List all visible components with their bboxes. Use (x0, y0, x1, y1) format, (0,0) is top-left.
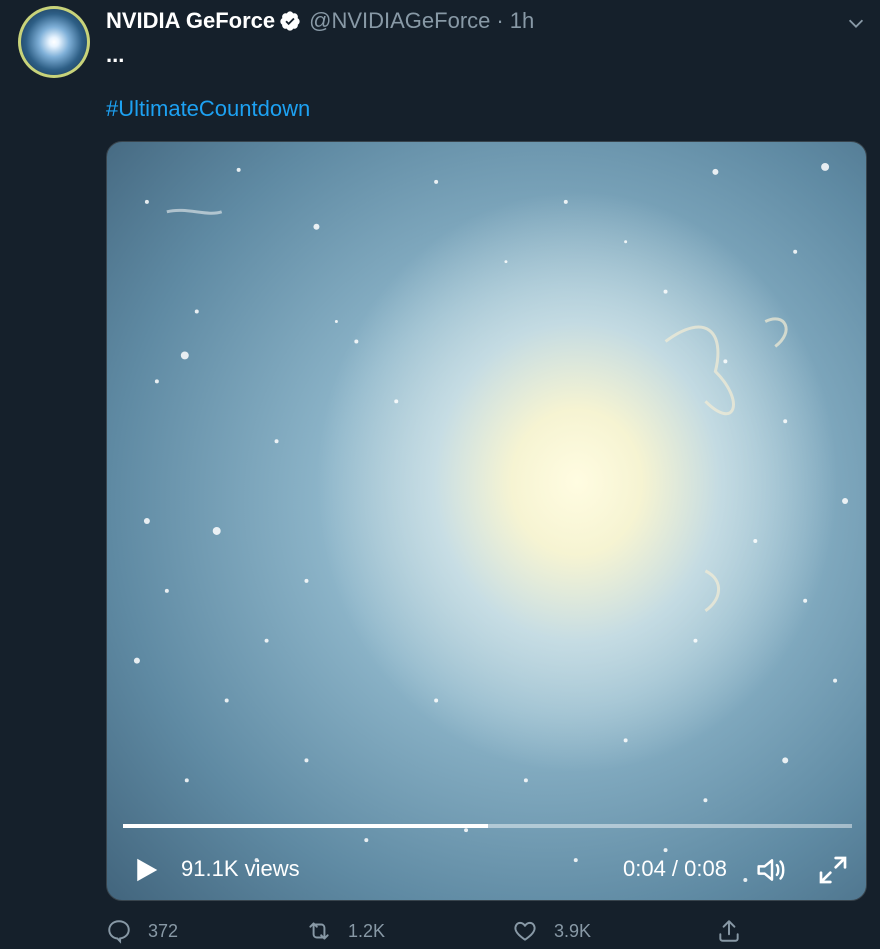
tweet[interactable]: NVIDIA GeForce @NVIDIAGeForce · 1h ... #… (0, 0, 880, 949)
play-icon[interactable] (131, 854, 161, 886)
retweet-button[interactable]: 1.2K (306, 918, 385, 944)
video-timecode: 0:04 / 0:08 (623, 856, 727, 881)
view-count: 91.1K views (181, 856, 300, 881)
tweet-text: ... (106, 42, 125, 67)
reply-count: 372 (148, 920, 179, 941)
share-icon (719, 920, 739, 942)
video-player[interactable]: 91.1K views 0:04 / 0:08 (106, 141, 867, 901)
avatar[interactable] (18, 6, 90, 78)
share-button[interactable] (716, 918, 758, 944)
chevron-down-icon[interactable] (845, 12, 867, 34)
tweet-actions: 372 1.2K 3.9K (106, 918, 746, 948)
hashtag-link[interactable]: #UltimateCountdown (106, 96, 310, 122)
retweet-count: 1.2K (348, 920, 386, 941)
timestamp[interactable]: 1h (510, 8, 534, 34)
display-name[interactable]: NVIDIA GeForce (106, 8, 275, 34)
like-count: 3.9K (554, 920, 592, 941)
fullscreen-icon[interactable] (817, 854, 849, 886)
video-progress-bar[interactable] (123, 824, 852, 828)
heart-icon (514, 921, 536, 941)
reply-icon (108, 920, 130, 944)
separator: · (496, 8, 504, 33)
tweet-header: NVIDIA GeForce @NVIDIAGeForce · 1h (106, 7, 534, 35)
like-button[interactable]: 3.9K (512, 918, 591, 944)
video-frame (133, 162, 849, 883)
video-progress-fill (123, 824, 488, 828)
reply-button[interactable]: 372 (106, 918, 178, 944)
verified-badge-icon (280, 11, 300, 31)
retweet-icon (309, 922, 329, 940)
handle[interactable]: @NVIDIAGeForce (309, 8, 490, 34)
volume-icon[interactable] (755, 854, 789, 886)
avatar-image (21, 9, 87, 75)
